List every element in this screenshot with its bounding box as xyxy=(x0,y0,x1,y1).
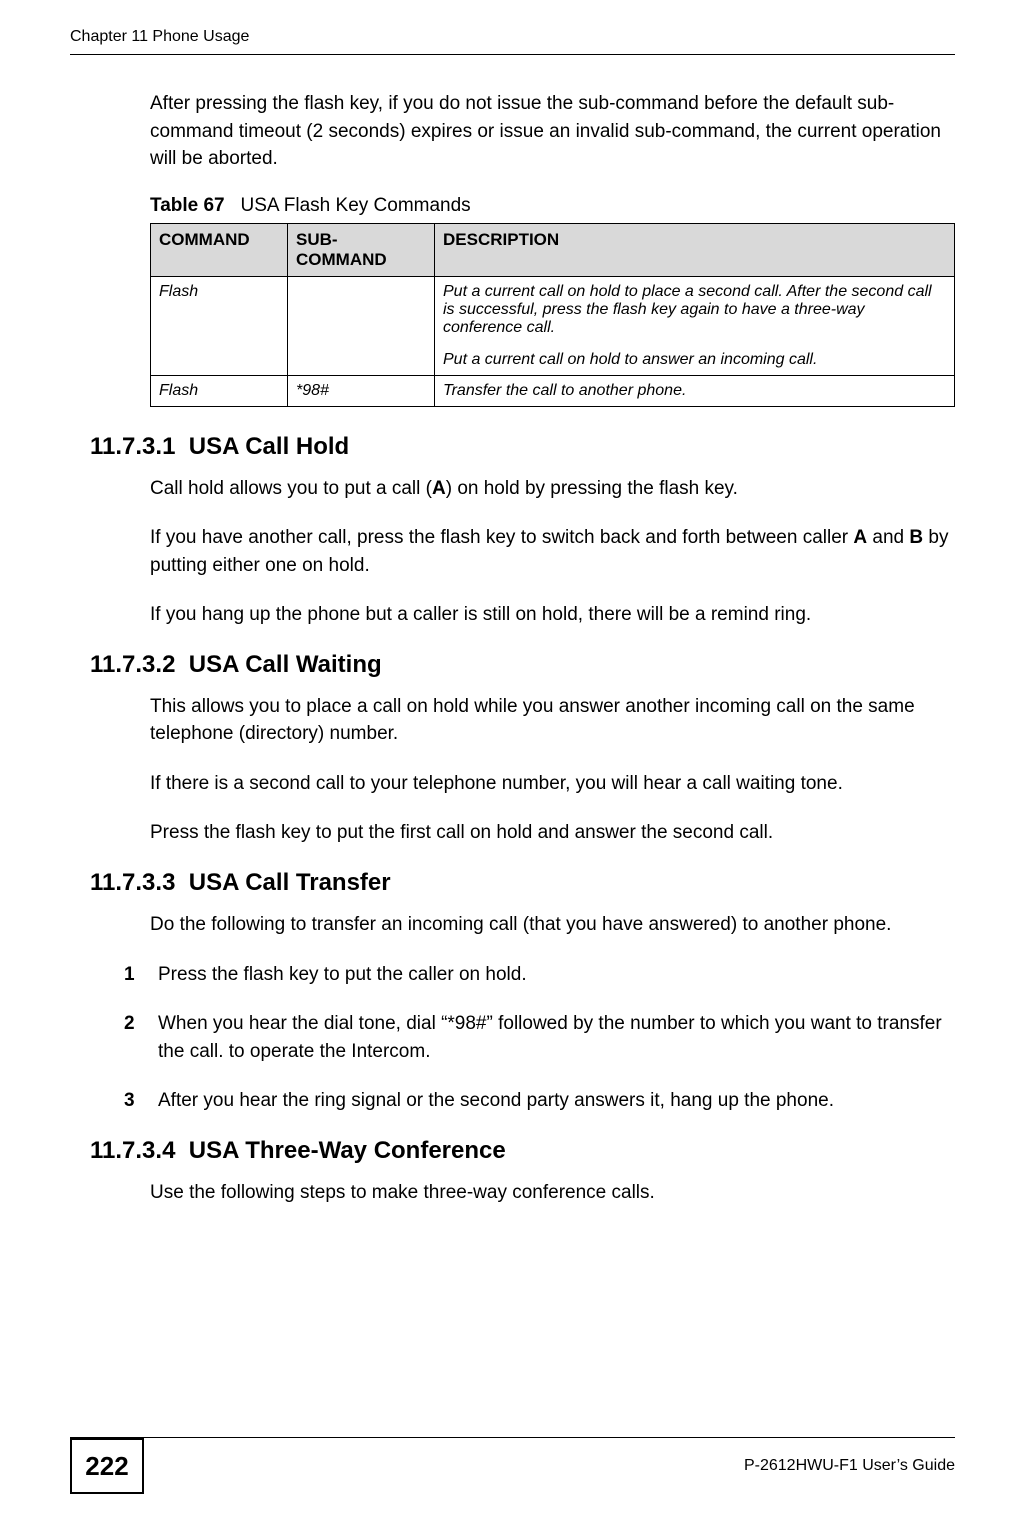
paragraph: Use the following steps to make three-wa… xyxy=(150,1179,955,1207)
paragraph: This allows you to place a call on hold … xyxy=(150,693,955,748)
table-caption-label: Table 67 xyxy=(150,195,225,216)
page-footer: 222 P-2612HWU-F1 User’s Guide xyxy=(70,1437,955,1494)
section-heading-call-transfer: 11.7.3.3 USA Call Transfer xyxy=(90,869,955,897)
list-item: Press the flash key to put the caller on… xyxy=(124,961,955,989)
paragraph: If there is a second call to your teleph… xyxy=(150,770,955,798)
paragraph: If you hang up the phone but a caller is… xyxy=(150,601,955,629)
page-number: 222 xyxy=(70,1438,144,1494)
col-command: COMMAND xyxy=(151,223,288,276)
cell-subcommand xyxy=(288,276,435,375)
section-heading-call-hold: 11.7.3.1 USA Call Hold xyxy=(90,433,955,461)
paragraph: Press the flash key to put the first cal… xyxy=(150,819,955,847)
table-row: Flash Put a current call on hold to plac… xyxy=(151,276,955,375)
table-row: Flash *98# Transfer the call to another … xyxy=(151,375,955,406)
chapter-title: Chapter 11 Phone Usage xyxy=(70,28,249,46)
flash-commands-table: COMMAND SUB-COMMAND DESCRIPTION Flash Pu… xyxy=(150,223,955,407)
intro-paragraph: After pressing the flash key, if you do … xyxy=(150,90,955,173)
transfer-steps: Press the flash key to put the caller on… xyxy=(150,961,955,1115)
cell-command: Flash xyxy=(151,375,288,406)
section-heading-three-way: 11.7.3.4 USA Three-Way Conference xyxy=(90,1137,955,1165)
cell-command: Flash xyxy=(151,276,288,375)
guide-title: P-2612HWU-F1 User’s Guide xyxy=(144,1457,955,1475)
cell-description: Transfer the call to another phone. xyxy=(435,375,955,406)
section-heading-call-waiting: 11.7.3.2 USA Call Waiting xyxy=(90,651,955,679)
col-subcommand: SUB-COMMAND xyxy=(288,223,435,276)
paragraph: Call hold allows you to put a call (A) o… xyxy=(150,475,955,503)
table-header-row: COMMAND SUB-COMMAND DESCRIPTION xyxy=(151,223,955,276)
running-header: Chapter 11 Phone Usage xyxy=(70,28,955,46)
list-item: When you hear the dial tone, dial “*98#”… xyxy=(124,1010,955,1065)
paragraph: If you have another call, press the flas… xyxy=(150,524,955,579)
cell-description: Put a current call on hold to place a se… xyxy=(435,276,955,375)
header-rule xyxy=(70,54,955,55)
col-description: DESCRIPTION xyxy=(435,223,955,276)
cell-subcommand: *98# xyxy=(288,375,435,406)
paragraph: Do the following to transfer an incoming… xyxy=(150,911,955,939)
list-item: After you hear the ring signal or the se… xyxy=(124,1087,955,1115)
table-caption: Table 67 USA Flash Key Commands xyxy=(150,195,955,217)
table-caption-text: USA Flash Key Commands xyxy=(240,195,470,216)
